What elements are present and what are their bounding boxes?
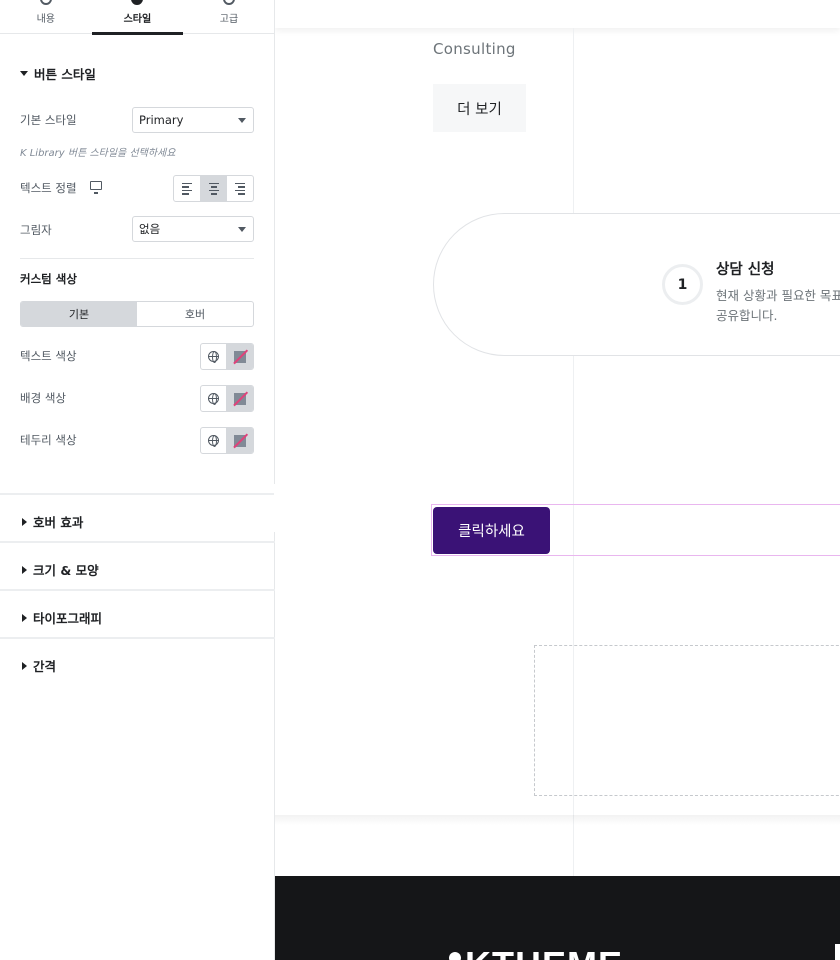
step-description-line: 현재 상황과 필요한 목표 [716,288,840,303]
section-title: 호버 효과 [33,515,84,530]
panel-tabs: 내용 스타일 고급 [0,0,275,35]
base-style-select[interactable]: Primary [132,107,254,133]
base-style-label: 기본 스타일 [20,113,77,127]
tab-label: 스타일 [123,14,152,25]
border-color-swatch[interactable] [227,428,253,453]
state-hover-tab[interactable]: 호버 [137,302,253,326]
caret-right-icon [22,517,27,526]
align-center-icon [208,182,219,184]
align-left-icon [182,189,192,191]
step-number-badge: 1 [662,264,703,305]
section-divider [275,815,840,825]
section-header: 크기 & 모양 [22,560,99,579]
footer-logo[interactable]: KTHEME [465,944,623,960]
divider [20,258,254,259]
section-subtitle: Consulting [433,40,516,58]
text-color-swatch[interactable] [227,344,253,369]
bg-color-label: 배경 색상 [20,391,66,405]
caret-down-icon [20,71,28,76]
select-value: Primary [139,113,184,127]
more-button[interactable]: 더 보기 [433,84,526,132]
pencil-icon [39,0,52,5]
section-title: 버튼 스타일 [34,67,96,82]
footer-mark [835,944,840,960]
tab-advanced[interactable]: 고급 [183,0,275,34]
align-right-button[interactable] [227,176,253,201]
globe-icon [208,351,219,363]
align-center-button[interactable] [200,176,228,201]
global-color-button[interactable] [201,386,228,411]
align-left-icon [182,193,189,195]
align-left-icon [182,186,189,188]
align-right-icon [238,193,246,195]
color-state-switch: 기본 호버 [20,301,254,327]
gear-icon [222,0,235,5]
tab-label: 고급 [219,14,239,25]
custom-color-heading: 커스텀 색상 [20,272,77,286]
typography-section[interactable]: 타이포그래피 [0,589,275,637]
style-editor-panel: 내용 스타일 고급 버튼 스타일 기본 스타일 Primary K Librar… [0,0,275,960]
text-color-control [200,343,254,370]
section-header: 호버 효과 [22,512,83,531]
text-align-label: 텍스트 정렬 [20,181,77,195]
section-title: 크기 & 모양 [33,563,99,578]
spacing-section[interactable]: 간격 [0,637,275,685]
align-center-icon [210,193,217,195]
step-title: 상담 신청 [716,262,775,278]
globe-icon [208,393,219,405]
size-shape-section[interactable]: 크기 & 모양 [0,541,275,589]
align-right-icon [235,182,246,184]
caret-right-icon [22,661,27,670]
tab-content[interactable]: 내용 [0,0,92,34]
global-color-button[interactable] [201,428,228,453]
tab-style[interactable]: 스타일 [91,0,184,35]
step-description: 현재 상황과 필요한 목표 공유합니다. [716,286,840,326]
button-style-section-toggle[interactable]: 버튼 스타일 [20,64,96,83]
global-color-button[interactable] [201,344,228,369]
style-icon [131,0,144,5]
section-title: 간격 [33,659,57,674]
chevron-down-icon [238,227,246,232]
click-here-button[interactable]: 클릭하세요 [433,507,550,554]
section-title: 타이포그래피 [33,611,103,626]
bg-color-swatch[interactable] [227,386,253,411]
align-left-button[interactable] [174,176,201,201]
chevron-down-icon [238,118,246,123]
shadow-select[interactable]: 없음 [132,216,254,242]
text-align-control [173,175,254,202]
state-normal-tab[interactable]: 기본 [21,302,137,326]
section-header: 타이포그래피 [22,608,102,627]
globe-icon [208,435,219,447]
tab-label: 내용 [36,14,55,25]
base-style-hint: K Library 버튼 스타일을 선택하세요 [20,148,176,159]
align-left-icon [182,182,192,184]
hover-effect-section[interactable]: 호버 효과 [0,493,275,541]
shadow-label: 그림자 [20,223,52,237]
logo-dot [449,952,461,960]
border-color-control [200,427,254,454]
previous-section [275,0,840,28]
desktop-icon[interactable] [90,181,102,194]
caret-right-icon [22,565,27,574]
caret-right-icon [22,613,27,622]
border-color-label: 테두리 색상 [20,433,77,447]
select-value: 없음 [139,222,161,236]
empty-drop-zone[interactable] [534,645,840,796]
step-description-line: 공유합니다. [716,308,778,323]
page-canvas: Consulting 더 보기 1 상담 신청 현재 상황과 필요한 목표 공유… [275,0,840,960]
text-color-label: 텍스트 색상 [20,349,77,363]
bg-color-control [200,385,254,412]
align-right-icon [235,189,246,191]
process-step-card[interactable] [433,213,840,356]
section-header: 간격 [22,656,56,675]
align-right-icon [238,186,246,188]
align-center-icon [210,186,217,188]
align-center-icon [208,189,219,191]
